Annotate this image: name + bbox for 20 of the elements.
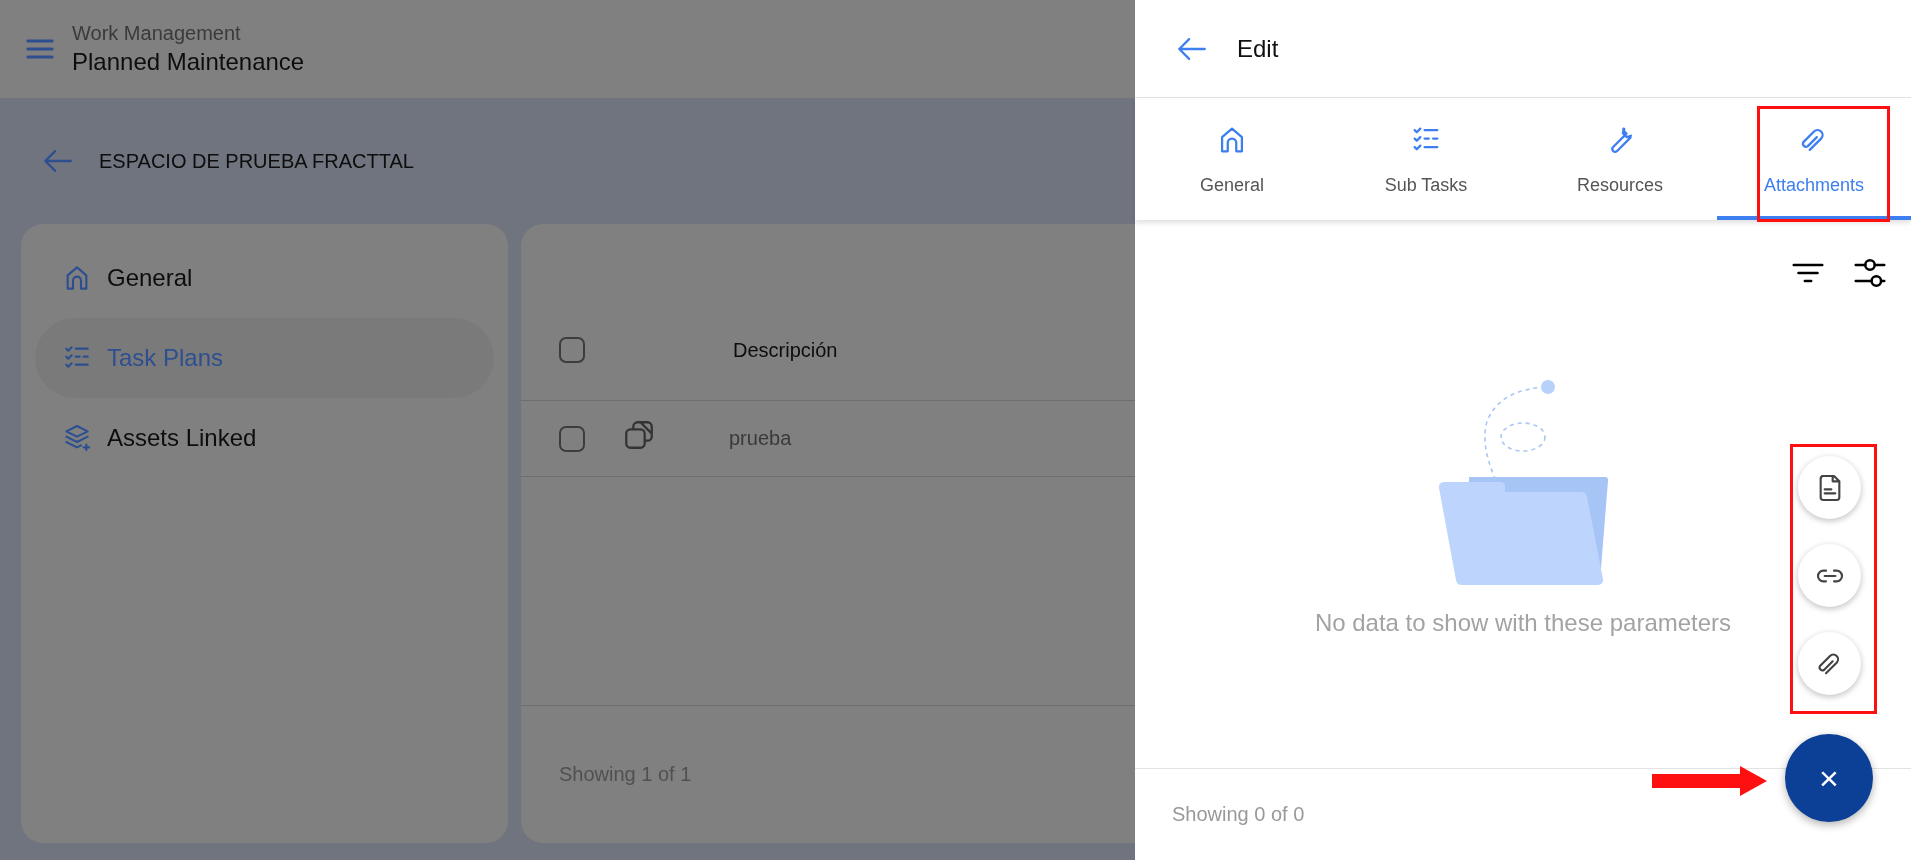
- tab[interactable]: Attachments: [1717, 98, 1911, 220]
- table-cell: prueba: [729, 427, 792, 450]
- module-name: Work Management: [72, 22, 242, 45]
- tab[interactable]: Sub Tasks: [1329, 98, 1523, 220]
- column-header: Descripción: [733, 338, 838, 362]
- checkbox[interactable]: [559, 337, 585, 363]
- record-title: ESPACIO DE PRUEBA FRACTTAL: [99, 149, 414, 173]
- add-document-button[interactable]: [1798, 456, 1861, 519]
- tab[interactable]: Resources: [1523, 98, 1717, 220]
- drawer-title: Edit: [1237, 34, 1279, 63]
- checkbox[interactable]: [559, 425, 585, 452]
- add-link-button[interactable]: [1798, 544, 1861, 607]
- sidebar-item[interactable]: Assets Linked: [35, 398, 494, 478]
- tab[interactable]: General: [1135, 98, 1329, 220]
- close-button[interactable]: ×: [1785, 734, 1873, 822]
- empty-message: No data to show with these parameters: [1314, 609, 1732, 637]
- record-count: Showing 0 of 0: [1172, 803, 1305, 826]
- sidebar-item[interactable]: General: [35, 238, 494, 318]
- page-title: Planned Maintenance: [72, 48, 305, 76]
- add-attachment-button[interactable]: [1798, 632, 1861, 695]
